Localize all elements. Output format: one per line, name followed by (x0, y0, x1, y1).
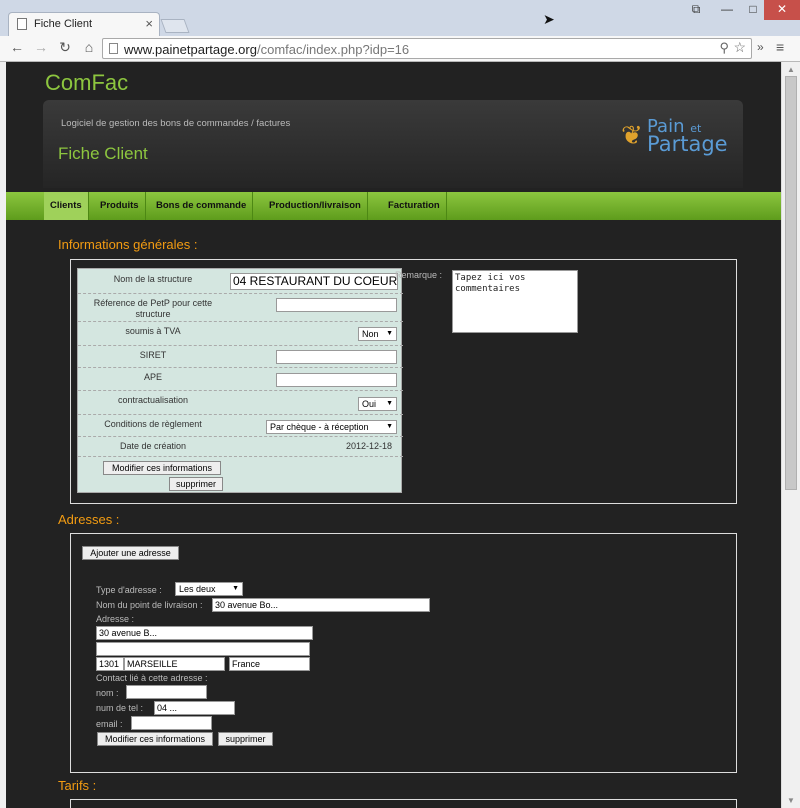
remark-textarea[interactable]: Tapez ici vos commentaires (452, 270, 578, 333)
row-siret: SIRET (78, 346, 403, 368)
nav-item-production-livraison[interactable]: Production/livraison (263, 192, 368, 220)
section-heading-tarifs: Tarifs : (58, 778, 97, 793)
contact-tel-input[interactable]: 04 ... (154, 701, 235, 715)
contact-label: Contact lié à cette adresse : (96, 673, 208, 683)
row-ape: APE (78, 368, 403, 391)
section-heading-info: Informations générales : (58, 237, 198, 252)
ape-input[interactable] (276, 373, 397, 387)
zoom-icon[interactable]: ⚲ (719, 40, 729, 56)
vertical-scrollbar[interactable]: ▲ ▼ (781, 62, 800, 808)
pain-et-partage-logo: ❦ Pain et Partage (621, 116, 728, 156)
tab-close-icon[interactable]: × (145, 16, 153, 31)
tab-title: Fiche Client (34, 18, 93, 30)
page-icon (17, 18, 27, 30)
section-heading-addresses: Adresses : (58, 512, 120, 527)
nav-item-clients[interactable]: Clients (44, 192, 89, 220)
address-line1-input[interactable]: 30 avenue B... (96, 626, 313, 640)
address-bar[interactable]: www.painetpartage.org/comfac/index.php?i… (102, 38, 752, 59)
row-reference: Réference de PetP pour cette structure (78, 294, 403, 322)
row-tva: soumis à TVA Non ▼ (78, 322, 403, 346)
minimize-button[interactable]: — (714, 0, 740, 20)
mouse-cursor-icon: ➤ (543, 11, 555, 27)
site-title[interactable]: ComFac (45, 70, 128, 96)
row-contractualisation: contractualisation Oui ▼ (78, 391, 403, 415)
chevron-down-icon: ▼ (386, 423, 393, 430)
nom-input[interactable]: 04 RESTAURANT DU COEUR (230, 273, 398, 290)
modify-info-button[interactable]: Modifier ces informations (103, 461, 221, 475)
restore-icon[interactable]: ⧉ (688, 0, 704, 20)
document-icon (109, 43, 118, 54)
nav-item-bons-de-commande[interactable]: Bons de commande (150, 192, 254, 220)
delivery-point-input[interactable]: 30 avenue Bo... (212, 598, 430, 612)
add-address-button[interactable]: Ajouter une adresse (82, 546, 179, 560)
maximize-button[interactable]: □ (740, 0, 766, 20)
header-banner: Logiciel de gestion des bons de commande… (43, 100, 743, 188)
tarifs-panel (70, 799, 737, 808)
delete-client-button[interactable]: supprimer (169, 477, 223, 491)
date-value: 2012-12-18 (346, 441, 393, 451)
wheat-icon: ❦ (621, 120, 643, 150)
reference-input[interactable] (276, 298, 397, 312)
info-form: Nom de la structure 04 RESTAURANT DU COE… (77, 268, 403, 493)
main-nav: Clients Produits Bons de commande Produc… (6, 192, 781, 220)
delivery-point-label: Nom du point de livraison : (96, 600, 203, 610)
page-viewport: ComFac Logiciel de gestion des bons de c… (6, 62, 781, 808)
contact-email-input[interactable] (131, 716, 212, 730)
extensions-chevron-icon[interactable]: » (757, 40, 764, 54)
browser-tab[interactable]: Fiche Client × (8, 12, 160, 36)
delete-address-button[interactable]: supprimer (218, 732, 273, 746)
address-type-select[interactable]: Les deux ▼ (175, 582, 243, 596)
row-conditions: Conditions de règlement Par chèque - à r… (78, 415, 403, 437)
back-arrow-icon[interactable]: ← (8, 39, 26, 55)
contractualisation-select[interactable]: Oui ▼ (358, 397, 397, 411)
contact-email-label: email : (96, 719, 123, 729)
ape-label: APE (143, 372, 162, 382)
nav-item-facturation[interactable]: Facturation (382, 192, 447, 220)
date-label: Date de création (119, 441, 187, 451)
chevron-down-icon: ▼ (232, 585, 239, 592)
home-icon[interactable]: ⌂ (80, 39, 98, 55)
browser-toolbar: ← → ↻ ⌂ www.painetpartage.org/comfac/ind… (0, 36, 800, 62)
modify-address-button[interactable]: Modifier ces informations (97, 732, 213, 746)
row-date: Date de création 2012-12-18 (78, 437, 403, 457)
contact-tel-label: num de tel : (96, 703, 144, 713)
reference-label: Réference de PetP pour cette structure (93, 298, 213, 319)
menu-icon[interactable]: ≡ (776, 39, 784, 55)
browser-titlebar: Fiche Client × ⧉ — □ ✕ ➤ (0, 0, 800, 36)
nav-item-produits[interactable]: Produits (94, 192, 146, 220)
city-input[interactable]: MARSEILLE (124, 657, 225, 671)
addresses-panel: Ajouter une adresse Type d'adresse : Les… (70, 533, 737, 773)
contact-name-label: nom : (96, 688, 119, 698)
close-window-button[interactable]: ✕ (764, 0, 800, 20)
forward-arrow-icon[interactable]: → (32, 39, 50, 55)
scroll-down-icon[interactable]: ▼ (787, 796, 795, 805)
address-line2-input[interactable] (96, 642, 310, 656)
conditions-label: Conditions de règlement (104, 419, 202, 429)
tva-label: soumis à TVA (125, 326, 181, 336)
contractualisation-label: contractualisation (117, 395, 189, 405)
nom-label: Nom de la structure (113, 274, 193, 284)
page-title: Fiche Client (58, 144, 148, 163)
new-tab-button[interactable] (160, 19, 190, 33)
country-input[interactable]: France (229, 657, 310, 671)
info-panel: Nom de la structure 04 RESTAURANT DU COE… (70, 259, 737, 504)
address-label: Adresse : (96, 614, 135, 624)
reload-icon[interactable]: ↻ (56, 39, 74, 56)
siret-input[interactable] (276, 350, 397, 364)
postcode-input[interactable]: 1301 (96, 657, 124, 671)
chevron-down-icon: ▼ (386, 400, 393, 407)
scrollbar-thumb[interactable] (785, 76, 797, 490)
contact-name-input[interactable] (126, 685, 207, 699)
tva-select[interactable]: Non ▼ (358, 327, 397, 341)
tagline: Logiciel de gestion des bons de commande… (61, 118, 291, 129)
scroll-up-icon[interactable]: ▲ (787, 65, 795, 74)
url-text: www.painetpartage.org/comfac/index.php?i… (124, 42, 410, 57)
address-type-label: Type d'adresse : (96, 585, 162, 595)
siret-label: SIRET (139, 350, 167, 360)
conditions-select[interactable]: Par chèque - à réception ▼ (266, 420, 397, 434)
row-nom: Nom de la structure 04 RESTAURANT DU COE… (78, 269, 403, 294)
remark-label: Remarque : (395, 270, 443, 280)
bookmark-star-icon[interactable]: ☆ (733, 39, 746, 56)
chevron-down-icon: ▼ (386, 330, 393, 337)
